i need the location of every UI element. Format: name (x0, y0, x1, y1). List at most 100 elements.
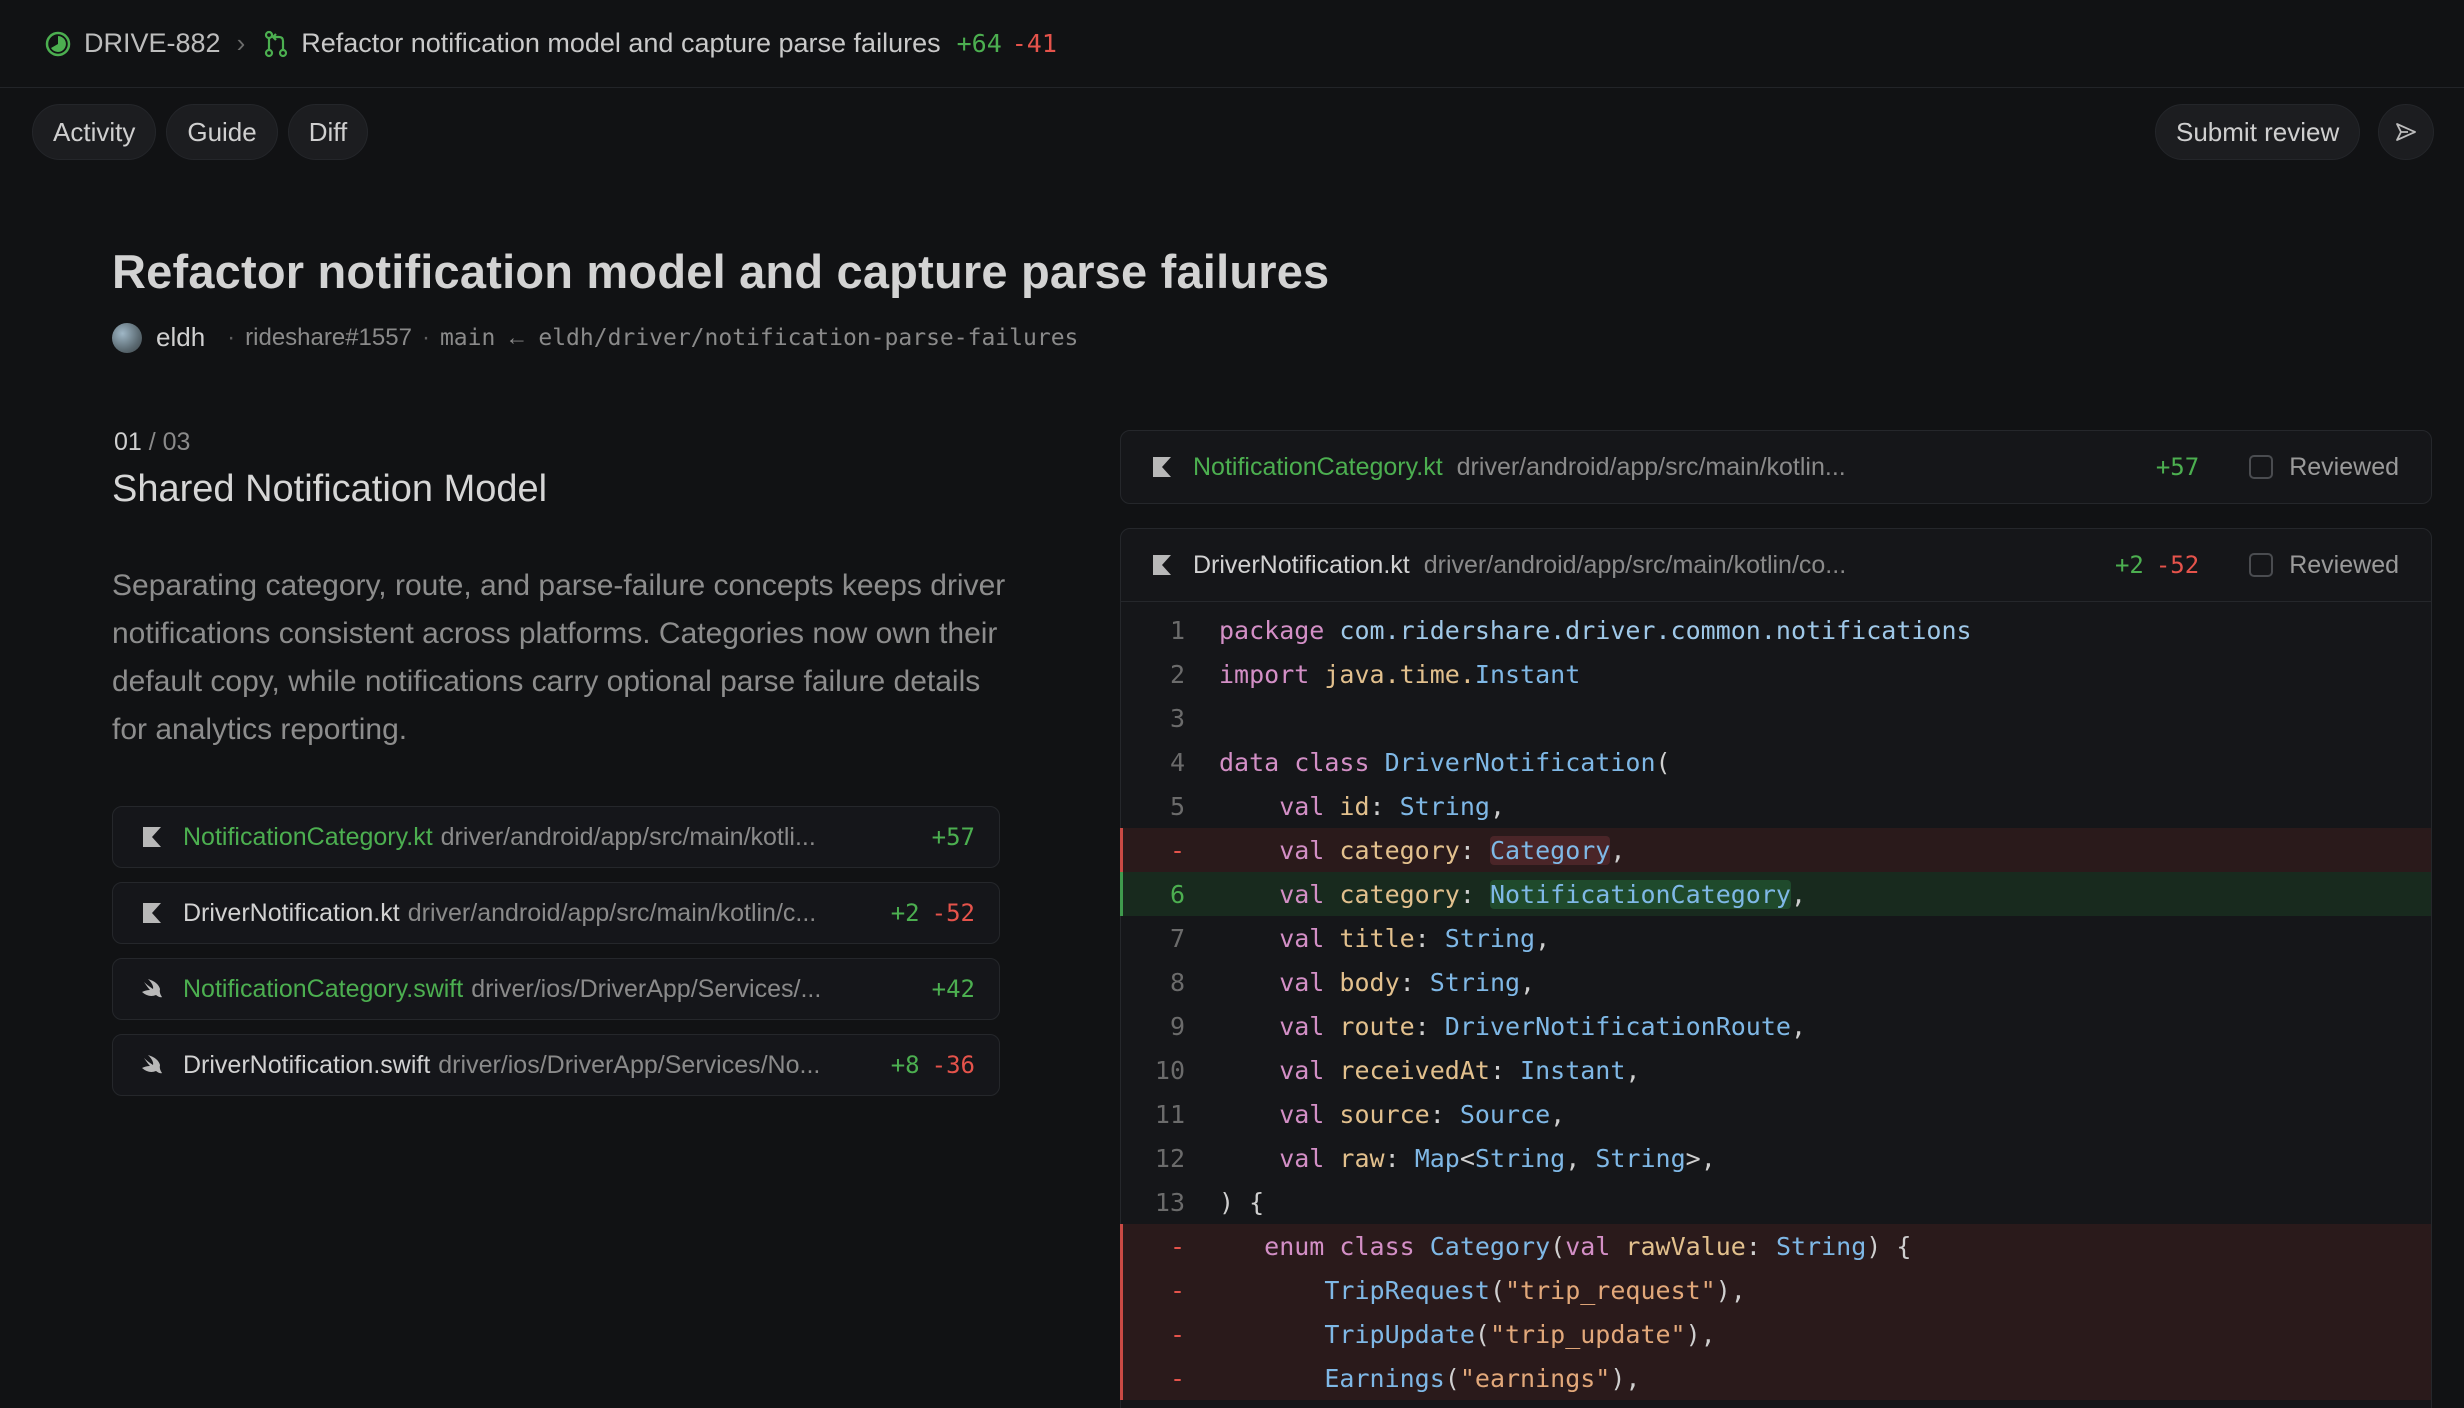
top-bar: DRIVE-882 › Refactor notification model … (0, 0, 2464, 88)
code-line-removed[interactable]: - enum class Category(val rawValue: Stri… (1120, 1224, 2431, 1268)
code-line[interactable]: 2 import java.time. Instant (1121, 652, 2431, 696)
code-line-removed[interactable]: - TripUpdate("trip_update"), (1120, 1312, 2431, 1356)
code-line[interactable]: 1 package com.ridershare.driver.common.n… (1121, 608, 2431, 652)
line-number: - (1169, 1319, 1185, 1349)
code-line-removed[interactable]: - Earnings("earnings"), (1120, 1356, 2431, 1400)
additions-count: +42 (931, 975, 975, 1003)
line-number: - (1169, 835, 1185, 865)
diff-file-header[interactable]: NotificationCategory.kt driver/android/a… (1121, 431, 2431, 503)
reviewed-checkbox[interactable] (2249, 455, 2274, 479)
file-path: driver/android/app/src/main/kotlin/co... (1423, 550, 1847, 579)
line-number: 4 (1169, 747, 1185, 777)
pr-meta: eldh · rideshare#1557 · main ← eldh/driv… (112, 322, 1078, 353)
pr-title-breadcrumb[interactable]: Refactor notification model and capture … (301, 28, 940, 59)
deletions-count: -36 (931, 1051, 975, 1079)
code-line[interactable]: 8 val body: String, (1121, 960, 2431, 1004)
additions-count: +8 (890, 1051, 920, 1079)
swift-icon (142, 979, 162, 998)
author-name[interactable]: eldh (156, 322, 205, 353)
line-number: 2 (1169, 659, 1185, 689)
reviewed-label[interactable]: Reviewed (2289, 551, 2399, 580)
pr-diff-stats: +64 -41 (957, 29, 1067, 58)
code-diff: 1 package com.ridershare.driver.common.n… (1120, 601, 2431, 1400)
line-number: 13 (1154, 1187, 1185, 1217)
line-number: - (1169, 1231, 1185, 1261)
additions-count: +2 (2114, 551, 2144, 579)
deletions-count: -52 (2155, 551, 2200, 579)
tab-activity[interactable]: Activity (32, 104, 157, 160)
code-line[interactable]: 4 data class DriverNotification( (1121, 740, 2431, 784)
code-line[interactable]: 11 val source: Source, (1121, 1092, 2431, 1136)
tab-guide[interactable]: Guide (166, 104, 278, 160)
file-name: NotificationCategory.kt (1193, 452, 1443, 481)
kotlin-icon (143, 827, 161, 847)
step-indicator: 01 / 03 (114, 428, 191, 456)
pull-request-icon (265, 30, 288, 57)
line-number: 9 (1169, 1011, 1185, 1041)
file-path: driver/android/app/src/main/kotli... (440, 822, 816, 851)
line-number: 12 (1154, 1143, 1185, 1173)
line-number: 8 (1169, 967, 1185, 997)
reviewed-checkbox[interactable] (2249, 553, 2274, 577)
diff-file-header[interactable]: DriverNotification.kt driver/android/app… (1121, 529, 2431, 601)
file-path: driver/ios/DriverApp/Services/No... (438, 1050, 821, 1079)
list-item[interactable]: DriverNotification.swift driver/ios/Driv… (112, 1034, 1000, 1096)
file-path: driver/ios/DriverApp/Services/... (471, 974, 822, 1003)
base-branch: main (439, 324, 496, 351)
section-description: Separating category, route, and parse-fa… (112, 569, 1006, 746)
send-icon (2396, 123, 2416, 141)
code-line[interactable]: 13 ) { (1121, 1180, 2431, 1224)
additions-count: +57 (931, 823, 975, 851)
line-number: 7 (1169, 923, 1185, 953)
avatar[interactable] (112, 322, 142, 353)
code-line-added[interactable]: 6 val category: NotificationCategory, (1120, 872, 2431, 916)
line-number: 5 (1169, 791, 1185, 821)
view-tabs: Activity Guide Diff (32, 104, 369, 160)
head-branch: eldh/driver/notification-parse-failures (538, 324, 1079, 351)
file-name: NotificationCategory.kt (183, 822, 433, 851)
file-path: driver/android/app/src/main/kotlin/c... (407, 898, 817, 927)
deletions-count: -41 (1011, 29, 1057, 58)
line-number: 10 (1154, 1055, 1185, 1085)
send-button[interactable] (2378, 104, 2434, 160)
submit-review-button[interactable]: Submit review (2155, 104, 2361, 160)
list-item[interactable]: NotificationCategory.swift driver/ios/Dr… (112, 958, 1000, 1020)
additions-count: +64 (956, 29, 1002, 58)
kotlin-icon (1153, 457, 1171, 477)
diff-file-card: DriverNotification.kt driver/android/app… (1120, 528, 2432, 1408)
repo-ref[interactable]: rideshare#1557 (245, 324, 412, 352)
file-name: DriverNotification.kt (183, 898, 400, 927)
code-line[interactable]: 7 val title: String, (1121, 916, 2431, 960)
code-line[interactable]: 5 val id: String, (1121, 784, 2431, 828)
line-number: 3 (1169, 703, 1185, 733)
ticket-id[interactable]: DRIVE-882 (84, 28, 221, 59)
guide-file-list: NotificationCategory.kt driver/android/a… (112, 806, 1000, 1110)
additions-count: +57 (2155, 453, 2200, 481)
line-number: 11 (1154, 1099, 1185, 1129)
code-line[interactable]: 9 val route: DriverNotificationRoute, (1121, 1004, 2431, 1048)
line-number: 6 (1169, 879, 1185, 909)
deletions-count: -52 (931, 899, 975, 927)
swift-icon (142, 1055, 162, 1074)
line-number: - (1169, 1275, 1185, 1305)
code-line[interactable]: 10 val receivedAt: Instant, (1121, 1048, 2431, 1092)
diff-file-card: NotificationCategory.kt driver/android/a… (1120, 430, 2432, 504)
additions-count: +2 (890, 899, 920, 927)
arrow-left-icon: ← (505, 324, 529, 350)
section-title: Shared Notification Model (112, 468, 548, 510)
list-item[interactable]: NotificationCategory.kt driver/android/a… (112, 806, 1000, 868)
code-line[interactable]: 12 val raw: Map < String, String >, (1121, 1136, 2431, 1180)
list-item[interactable]: DriverNotification.kt driver/android/app… (112, 882, 1000, 944)
file-name: NotificationCategory.swift (183, 974, 464, 1003)
code-line-removed[interactable]: - TripRequest("trip_request"), (1120, 1268, 2431, 1312)
page-title: Refactor notification model and capture … (112, 245, 1330, 298)
file-path: driver/android/app/src/main/kotlin... (1456, 452, 1846, 481)
code-line[interactable]: 3 (1121, 696, 2431, 740)
tab-diff[interactable]: Diff (287, 104, 369, 160)
kotlin-icon (143, 903, 161, 923)
code-line-removed[interactable]: - val category: Category, (1120, 828, 2431, 872)
line-number: - (1169, 1363, 1185, 1393)
reviewed-label[interactable]: Reviewed (2289, 453, 2399, 482)
line-number: 1 (1169, 615, 1185, 645)
file-name: DriverNotification.swift (183, 1050, 431, 1079)
